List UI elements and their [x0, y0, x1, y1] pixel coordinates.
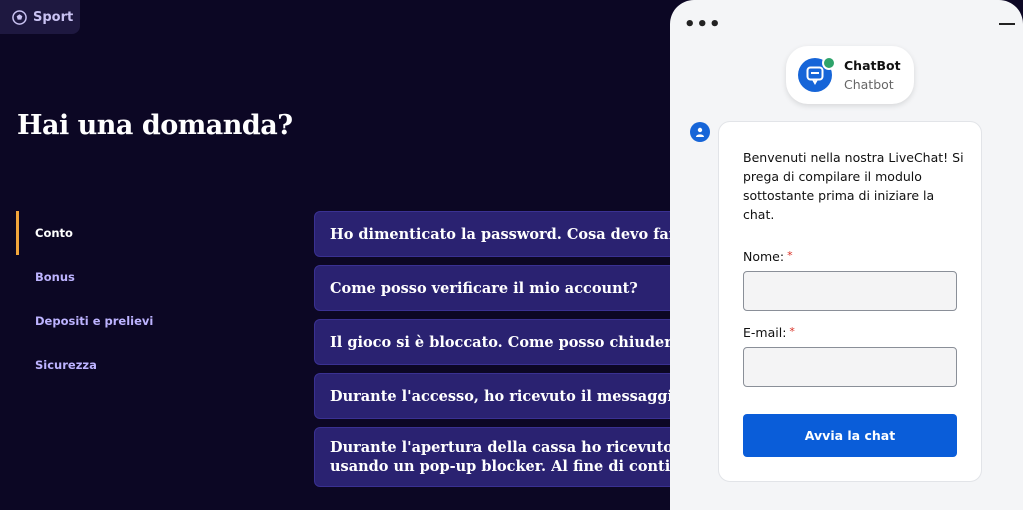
faq-question: Come posso verificare il mio account? [330, 279, 638, 297]
start-chat-button[interactable]: Avvia la chat [743, 414, 957, 457]
category-label: Depositi e prelievi [35, 314, 154, 328]
user-icon [690, 122, 710, 142]
category-label: Conto [35, 226, 73, 240]
category-list: Conto Bonus Depositi e prelievi Sicurezz… [16, 211, 216, 387]
name-label: Nome: * [743, 249, 793, 264]
bot-name: ChatBot [844, 58, 901, 73]
welcome-message: Benvenuti nella nostra LiveChat! Si preg… [743, 150, 964, 222]
bot-subtitle: Chatbot [844, 77, 894, 92]
required-mark: * [787, 249, 793, 262]
email-label: E-mail: * [743, 325, 795, 340]
minimize-icon[interactable] [999, 23, 1015, 25]
sport-nav-button[interactable]: Sport [0, 0, 80, 34]
page-title: Hai una domanda? [17, 110, 293, 141]
bot-header: ChatBot Chatbot [786, 46, 914, 104]
chat-bubble-icon [806, 66, 824, 85]
person-icon [696, 127, 704, 137]
category-item-depositi[interactable]: Depositi e prelievi [16, 299, 216, 343]
livechat-panel: ••• ChatBot Chatbot Benvenuti nella nost… [670, 0, 1023, 510]
faq-question: Ho dimenticato la password. Cosa devo fa… [330, 225, 695, 243]
name-label-text: Nome: [743, 249, 785, 264]
sport-label: Sport [33, 9, 74, 25]
soccer-ball-icon [12, 9, 27, 25]
category-label: Sicurezza [35, 358, 97, 372]
ellipsis-icon[interactable]: ••• [684, 14, 722, 35]
email-field[interactable] [743, 347, 957, 387]
required-mark: * [789, 325, 795, 338]
prechat-form: Benvenuti nella nostra LiveChat! Si preg… [718, 121, 982, 482]
category-item-conto[interactable]: Conto [16, 211, 216, 255]
category-item-bonus[interactable]: Bonus [16, 255, 216, 299]
online-status-dot [822, 56, 836, 70]
category-label: Bonus [35, 270, 75, 284]
email-label-text: E-mail: [743, 325, 787, 340]
category-item-sicurezza[interactable]: Sicurezza [16, 343, 216, 387]
name-field[interactable] [743, 271, 957, 311]
